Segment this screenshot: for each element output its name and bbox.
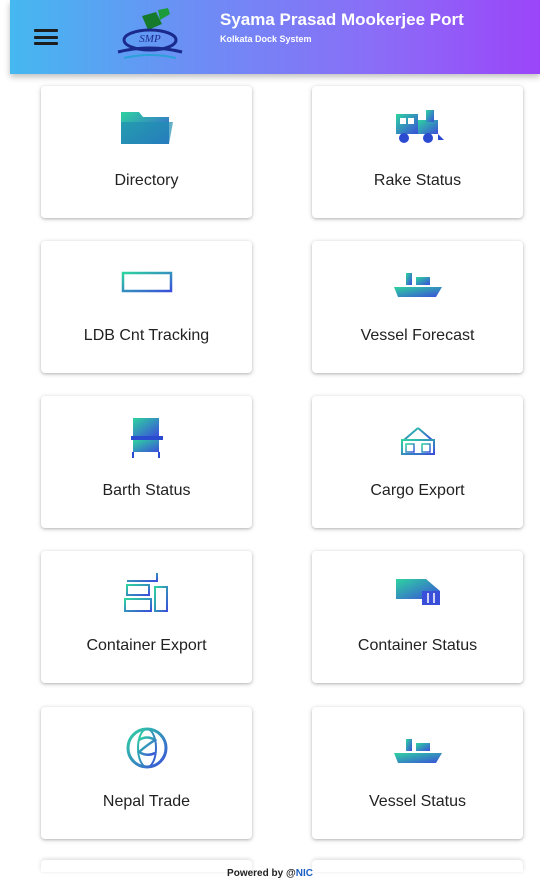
berth-icon <box>130 418 163 458</box>
tile-ldb-cnt-tracking[interactable]: LDB Cnt Tracking <box>41 241 252 373</box>
train-icon <box>395 110 444 143</box>
container-crane-icon <box>123 573 168 612</box>
app-title: Syama Prasad Mookerjee Port <box>220 10 464 29</box>
tile-vessel-forecast[interactable]: Vessel Forecast <box>312 241 523 373</box>
tile-vessel-status[interactable]: Vessel Status <box>312 707 523 839</box>
tile-label: Vessel Status <box>369 793 466 810</box>
svg-text:SMP: SMP <box>139 33 161 45</box>
globe-icon <box>126 727 167 769</box>
container-icon <box>121 271 172 293</box>
tile-label: LDB Cnt Tracking <box>83 327 210 344</box>
tile-cargo-export[interactable]: Cargo Export <box>312 396 523 528</box>
tile-label: Barth Status <box>102 482 191 499</box>
app-subtitle: Kolkata Dock System <box>220 34 312 44</box>
tile-label: Rake Status <box>373 172 462 189</box>
tile-label: Cargo Export <box>370 482 465 499</box>
tile-container-status[interactable]: Container Status <box>312 551 523 683</box>
folder-icon <box>120 112 173 144</box>
tile-nepal-trade[interactable]: Nepal Trade <box>41 707 252 839</box>
container-truck-icon <box>395 579 440 605</box>
menu-button[interactable] <box>10 0 82 74</box>
tile-directory[interactable]: Directory <box>41 86 252 218</box>
tile-label: Directory <box>114 172 179 189</box>
ship-icon <box>393 273 442 297</box>
cargo-crane-icon <box>400 416 435 455</box>
tile-label: Vessel Forecast <box>360 327 475 344</box>
ship-icon <box>393 739 442 763</box>
tile-rake-status[interactable]: Rake Status <box>312 86 523 218</box>
tile-label: Nepal Trade <box>102 793 191 810</box>
tile-container-export[interactable]: Container Export <box>41 551 252 683</box>
powered-by-text: Powered by @ <box>227 868 296 879</box>
hamburger-menu-icon <box>34 29 58 45</box>
tile-label: Container Export <box>86 637 207 654</box>
tile-barth-status[interactable]: Barth Status <box>41 396 252 528</box>
app-header: SMP Syama Prasad Mookerjee Port Kolkata … <box>10 0 540 74</box>
tile-label: Container Status <box>357 637 478 654</box>
port-logo: SMP <box>117 8 183 59</box>
footer: Powered by @NIC <box>0 868 540 879</box>
nic-logo: NIC <box>295 868 313 879</box>
